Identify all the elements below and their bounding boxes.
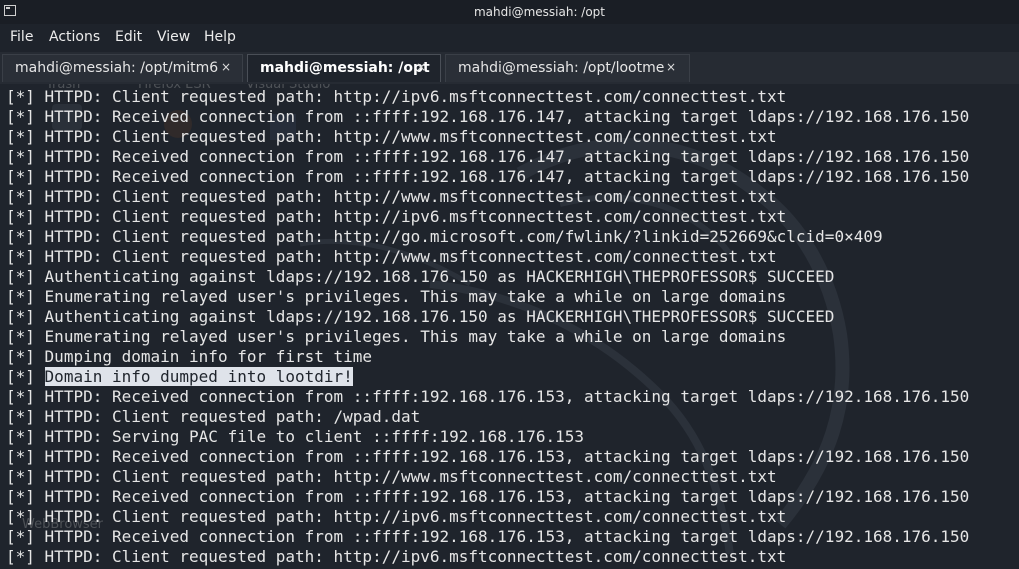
close-icon[interactable]: ×: [666, 60, 676, 74]
line-prefix: [*]: [6, 167, 35, 186]
terminal-line: [*] HTTPD: Received connection from ::ff…: [6, 447, 969, 467]
tab-opt-mitm6[interactable]: mahdi@messiah: /opt/mitm6 ×: [2, 54, 243, 82]
line-prefix: [*]: [6, 447, 35, 466]
terminal-line: [*] Authenticating against ldaps://192.1…: [6, 307, 969, 327]
line-text: HTTPD: Received connection from ::ffff:1…: [44, 167, 970, 186]
line-prefix: [*]: [6, 287, 35, 306]
line-text: Enumerating relayed user's privileges. T…: [44, 327, 787, 346]
window-title: mahdi@messiah: /opt: [473, 5, 606, 19]
line-text: Dumping domain info for first time: [44, 347, 373, 366]
terminal-line: [*] Enumerating relayed user's privilege…: [6, 327, 969, 347]
terminal-line: [*] HTTPD: Client requested path: http:/…: [6, 127, 969, 147]
terminal-line: [*] HTTPD: Received connection from ::ff…: [6, 107, 969, 127]
line-prefix: [*]: [6, 347, 35, 366]
line-prefix: [*]: [6, 507, 35, 526]
terminal-line: [*] HTTPD: Client requested path: http:/…: [6, 87, 969, 107]
terminal-line: [*] Authenticating against ldaps://192.1…: [6, 267, 969, 287]
line-prefix: [*]: [6, 127, 35, 146]
terminal-window: mahdi@messiah: /opt File Actions Edit Vi…: [0, 0, 1019, 569]
line-prefix: [*]: [6, 107, 35, 126]
line-text: HTTPD: Client requested path: http://ipv…: [44, 547, 787, 566]
line-prefix: [*]: [6, 407, 35, 426]
terminal-line: [*] HTTPD: Client requested path: http:/…: [6, 507, 969, 527]
terminal-line: [*] HTTPD: Client requested path: http:/…: [6, 207, 969, 227]
line-prefix: [*]: [6, 527, 35, 546]
terminal-line: [*] HTTPD: Client requested path: http:/…: [6, 547, 969, 567]
terminal-line: [*] HTTPD: Client requested path: http:/…: [6, 247, 969, 267]
line-text: HTTPD: Client requested path: /wpad.dat: [44, 407, 421, 426]
line-text: HTTPD: Client requested path: http://www…: [44, 467, 777, 486]
line-text: HTTPD: Client requested path: http://ipv…: [44, 87, 787, 106]
terminal-line: [*] HTTPD: Received connection from ::ff…: [6, 147, 969, 167]
terminal-lines: [*] HTTPD: Client requested path: http:/…: [6, 87, 969, 567]
line-prefix: [*]: [6, 247, 35, 266]
menu-bar: File Actions Edit View Help: [0, 24, 1019, 52]
line-text: HTTPD: Client requested path: http://go.…: [44, 227, 883, 246]
terminal-line: [*] HTTPD: Received connection from ::ff…: [6, 487, 969, 507]
close-icon[interactable]: ×: [221, 60, 231, 74]
line-text: HTTPD: Client requested path: http://ipv…: [44, 207, 787, 226]
line-text: HTTPD: Client requested path: http://www…: [44, 247, 777, 266]
terminal-line: [*] Domain info dumped into lootdir!: [6, 367, 969, 387]
line-text: HTTPD: Client requested path: http://ipv…: [44, 507, 787, 526]
tab-label: mahdi@messiah: /opt/mitm6: [15, 60, 219, 76]
line-text: HTTPD: Serving PAC file to client ::ffff…: [44, 427, 584, 446]
terminal-line: [*] HTTPD: Client requested path: http:/…: [6, 187, 969, 207]
line-prefix: [*]: [6, 147, 35, 166]
line-text: HTTPD: Received connection from ::ffff:1…: [44, 487, 970, 506]
menu-edit[interactable]: Edit: [115, 29, 142, 45]
menu-file[interactable]: File: [10, 29, 33, 45]
terminal-line: [*] HTTPD: Received connection from ::ff…: [6, 167, 969, 187]
line-text: HTTPD: Client requested path: http://www…: [44, 127, 777, 146]
tab-label: mahdi@messiah: /opt/lootme: [458, 60, 665, 76]
line-text: HTTPD: Received connection from ::ffff:1…: [44, 387, 970, 406]
terminal-line: [*] Dumping domain info for first time: [6, 347, 969, 367]
title-bar[interactable]: mahdi@messiah: /opt: [0, 0, 1019, 24]
line-text: HTTPD: Received connection from ::ffff:1…: [44, 107, 970, 126]
menu-help[interactable]: Help: [204, 29, 236, 45]
line-text: Enumerating relayed user's privileges. T…: [44, 287, 787, 306]
terminal-output[interactable]: Trash Firefox ESR Visual Studio WebBrows…: [0, 84, 1019, 569]
menu-actions[interactable]: Actions: [49, 29, 100, 45]
tab-bar: mahdi@messiah: /opt/mitm6 × mahdi@messia…: [0, 52, 1019, 84]
close-icon[interactable]: ×: [416, 60, 426, 74]
line-prefix: [*]: [6, 547, 35, 566]
terminal-line: [*] HTTPD: Received connection from ::ff…: [6, 527, 969, 547]
line-text: HTTPD: Received connection from ::ffff:1…: [44, 447, 970, 466]
line-prefix: [*]: [6, 467, 35, 486]
terminal-line: [*] HTTPD: Client requested path: /wpad.…: [6, 407, 969, 427]
terminal-line: [*] HTTPD: Client requested path: http:/…: [6, 467, 969, 487]
line-prefix: [*]: [6, 87, 35, 106]
line-text: HTTPD: Received connection from ::ffff:1…: [44, 147, 970, 166]
line-prefix: [*]: [6, 427, 35, 446]
line-prefix: [*]: [6, 307, 35, 326]
line-prefix: [*]: [6, 187, 35, 206]
line-text: Authenticating against ldaps://192.168.1…: [44, 307, 835, 326]
line-prefix: [*]: [6, 327, 35, 346]
tab-opt-lootme[interactable]: mahdi@messiah: /opt/lootme ×: [445, 54, 690, 82]
terminal-line: [*] HTTPD: Client requested path: http:/…: [6, 227, 969, 247]
line-text: HTTPD: Client requested path: http://www…: [44, 187, 777, 206]
terminal-line: [*] HTTPD: Serving PAC file to client ::…: [6, 427, 969, 447]
line-prefix: [*]: [6, 227, 35, 246]
tab-opt[interactable]: mahdi@messiah: /opt ×: [247, 54, 441, 82]
line-prefix: [*]: [6, 207, 35, 226]
tab-label: mahdi@messiah: /opt: [260, 60, 430, 76]
selected-text: Domain info dumped into lootdir!: [44, 367, 353, 386]
line-prefix: [*]: [6, 387, 35, 406]
terminal-line: [*] Enumerating relayed user's privilege…: [6, 287, 969, 307]
line-prefix: [*]: [6, 367, 35, 386]
line-text: Authenticating against ldaps://192.168.1…: [44, 267, 835, 286]
line-prefix: [*]: [6, 487, 35, 506]
line-text: HTTPD: Received connection from ::ffff:1…: [44, 527, 970, 546]
terminal-line: [*] HTTPD: Received connection from ::ff…: [6, 387, 969, 407]
menu-view[interactable]: View: [157, 29, 190, 45]
line-prefix: [*]: [6, 267, 35, 286]
